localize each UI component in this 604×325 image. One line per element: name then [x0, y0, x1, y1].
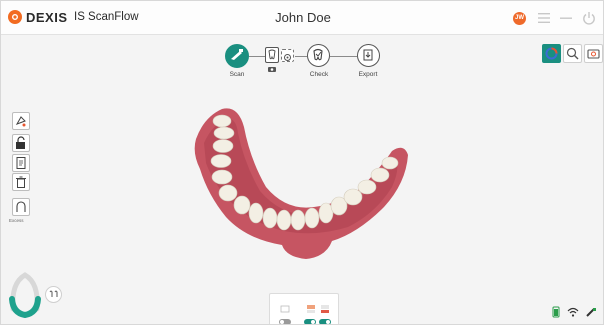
lower-jaw-icon	[321, 305, 329, 313]
brand-logo-text: DEXIS	[26, 10, 68, 25]
camera-small-icon	[268, 67, 276, 72]
zoom-icon	[566, 47, 579, 60]
product-name: IS ScanFlow	[74, 11, 139, 23]
scan-mode-icon	[280, 305, 290, 313]
check-tooth-icon	[313, 48, 323, 61]
app-window: DEXIS IS ScanFlow John Doe JW Scan Check…	[0, 0, 604, 325]
zoom-button[interactable]	[563, 44, 582, 63]
trash-icon	[16, 176, 26, 188]
option-toggle-off[interactable]	[279, 319, 291, 324]
lock-button[interactable]	[12, 134, 30, 152]
step-scan[interactable]	[225, 44, 249, 68]
stepper-connector	[330, 56, 357, 57]
option-toggle-on[interactable]	[319, 319, 331, 324]
tooth-scan-icon	[268, 49, 276, 60]
selection-tool-button[interactable]	[12, 112, 30, 130]
user-avatar[interactable]: JW	[513, 12, 526, 25]
snapshot-icon	[587, 49, 600, 59]
selection-tool-icon	[15, 116, 26, 127]
step-check[interactable]	[307, 44, 330, 67]
delete-button[interactable]	[12, 173, 30, 191]
step-label-scan: Scan	[229, 71, 245, 78]
stepper-connector	[295, 56, 307, 57]
battery-icon	[552, 306, 560, 318]
menu-icon[interactable]	[536, 10, 552, 26]
lock-icon	[16, 136, 25, 149]
trim-tool-caption: Excess	[9, 218, 24, 223]
teeth-icon	[49, 290, 58, 297]
trim-tool-button[interactable]	[12, 198, 30, 216]
patient-name: John Doe	[275, 10, 331, 25]
step-label-check: Check	[309, 71, 329, 78]
color-view-button[interactable]	[542, 44, 561, 63]
notes-icon	[16, 157, 26, 169]
step-tooth-scan[interactable]	[265, 47, 279, 63]
arch-selector[interactable]	[7, 269, 43, 319]
scanner-status-icon	[586, 308, 596, 317]
power-icon[interactable]	[581, 10, 597, 26]
tooth-selection-button[interactable]	[45, 286, 62, 303]
option-toggle-on[interactable]	[304, 319, 316, 324]
dental-scan-3d-model[interactable]	[186, 99, 416, 271]
dexis-logo-icon	[8, 10, 22, 24]
scan-options-panel	[269, 293, 339, 324]
step-settings[interactable]	[281, 49, 294, 62]
color-view-icon	[545, 47, 558, 60]
stepper-connector	[249, 56, 265, 57]
wifi-icon	[567, 307, 579, 317]
trim-icon	[16, 201, 26, 212]
minimize-icon[interactable]	[558, 10, 574, 26]
export-icon	[363, 49, 373, 61]
step-label-export: Export	[358, 71, 378, 78]
title-bar: DEXIS IS ScanFlow John Doe JW	[1, 1, 603, 35]
step-export[interactable]	[357, 44, 380, 67]
notes-button[interactable]	[12, 154, 30, 172]
settings-icon	[284, 54, 291, 61]
upper-jaw-icon	[307, 305, 315, 313]
scanner-icon	[231, 49, 243, 60]
workflow-stepper: Scan Check Export	[223, 43, 393, 83]
snapshot-button[interactable]	[584, 44, 603, 63]
